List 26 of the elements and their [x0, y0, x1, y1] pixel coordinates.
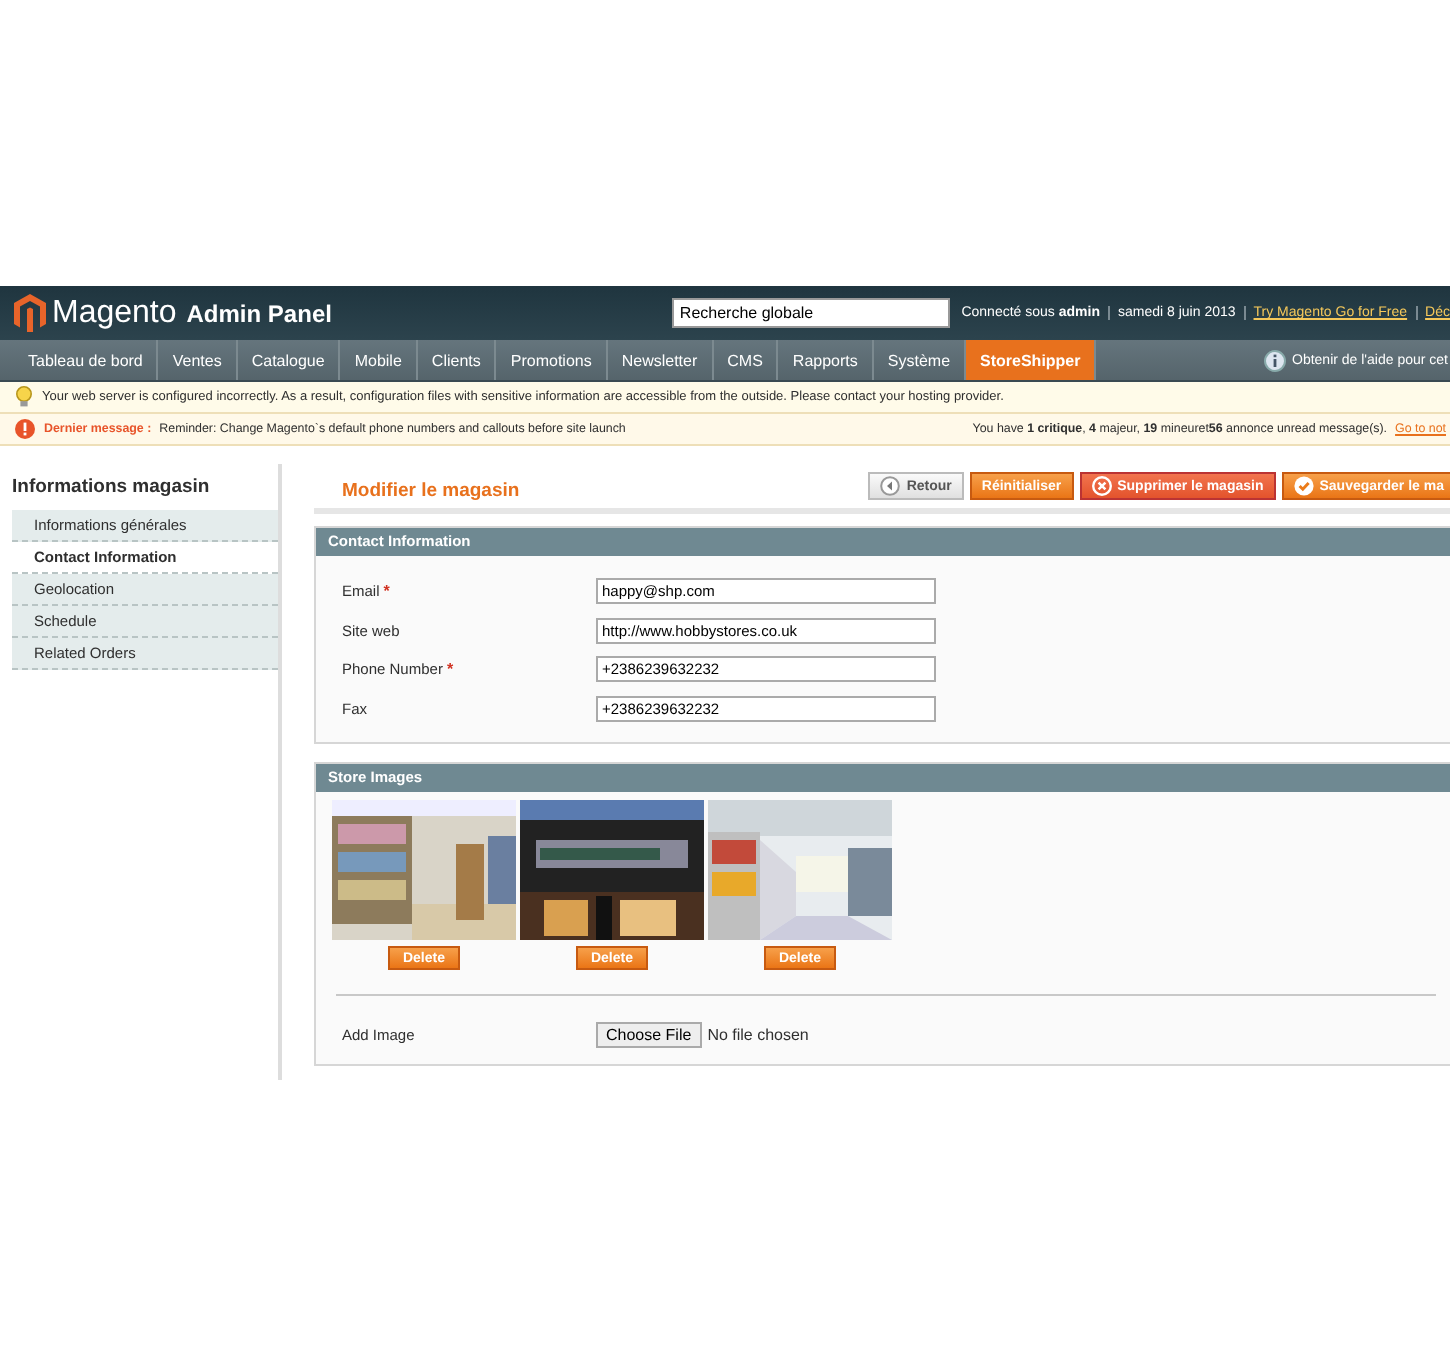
sidebar-title: Informations magasin: [12, 474, 212, 502]
alert-icon: [14, 418, 36, 440]
back-icon: [880, 476, 901, 496]
logo-text: Magento: [52, 295, 177, 331]
nav-tab[interactable]: Mobile: [340, 340, 418, 380]
nav-tab[interactable]: Rapports: [778, 340, 874, 380]
page-title: Modifier le magasin: [342, 477, 520, 501]
cancel-icon: [1091, 476, 1112, 496]
search-field[interactable]: Recherche globale: [671, 298, 950, 328]
logo-icon: [14, 294, 46, 332]
required-mark: *: [383, 582, 390, 601]
nav-tab[interactable]: StoreShipper: [966, 340, 1097, 380]
nav-tab[interactable]: Promotions: [496, 340, 608, 380]
choose-file-button[interactable]: Choose File: [596, 1021, 702, 1047]
file-status: No file chosen: [707, 1025, 809, 1043]
nav-tab[interactable]: Ventes: [158, 340, 238, 380]
nav-tab[interactable]: CMS: [713, 340, 779, 380]
nav-tab[interactable]: Newsletter: [607, 340, 714, 380]
nav-tab[interactable]: Clients: [417, 340, 497, 380]
help-icon: [1264, 349, 1286, 371]
lightbulb-icon: [14, 386, 34, 408]
nav-tab[interactable]: Tableau de bord: [14, 340, 159, 380]
required-mark: *: [446, 660, 454, 679]
nav-tab[interactable]: Catalogue: [237, 340, 341, 380]
logo-subtitle: Admin Panel: [186, 299, 332, 327]
check-icon: [1293, 476, 1314, 496]
